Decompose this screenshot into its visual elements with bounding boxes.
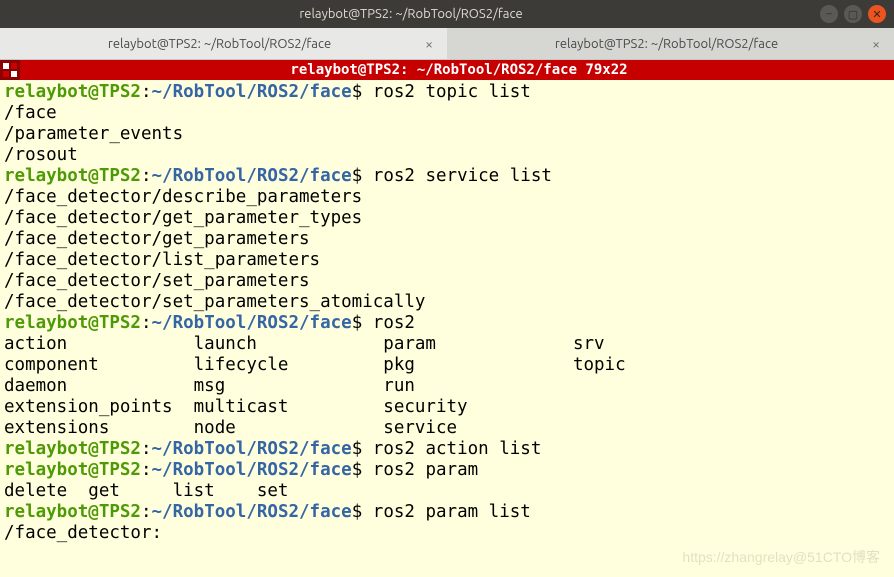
- command-3: ros2: [373, 313, 426, 333]
- command-5: ros2 param: [373, 460, 489, 480]
- terminal-app-icon: [0, 60, 20, 80]
- tab-2-label: relaybot@TPS2: ~/RobTool/ROS2/face: [461, 37, 872, 51]
- command-1: ros2 topic list: [373, 82, 531, 102]
- statusbar-text: relaybot@TPS2: ~/RobTool/ROS2/face 79x22: [24, 62, 894, 78]
- window-titlebar: relaybot@TPS2: ~/RobTool/ROS2/face – ▢ ✕: [0, 0, 894, 28]
- tab-1-label: relaybot@TPS2: ~/RobTool/ROS2/face: [14, 37, 425, 51]
- output-5: delete get list set: [4, 481, 341, 501]
- minimize-button[interactable]: –: [820, 5, 838, 23]
- command-4: ros2 action list: [373, 439, 542, 459]
- terminal-statusbar: relaybot@TPS2: ~/RobTool/ROS2/face 79x22: [0, 60, 894, 80]
- maximize-button[interactable]: ▢: [844, 5, 862, 23]
- close-button[interactable]: ✕: [868, 5, 886, 23]
- command-6: ros2 param list: [373, 502, 531, 522]
- output-3: action launch param srv component lifecy…: [4, 334, 763, 438]
- window-title: relaybot@TPS2: ~/RobTool/ROS2/face: [8, 7, 814, 21]
- prompt-path: ~/RobTool/ROS2/face: [152, 82, 352, 102]
- output-1: /face /parameter_events /rosout: [4, 103, 183, 165]
- command-2: ros2 service list: [373, 166, 552, 186]
- terminal-body[interactable]: relaybot@TPS2:~/RobTool/ROS2/face$ ros2 …: [0, 80, 894, 544]
- tab-1-close-icon[interactable]: ×: [425, 36, 433, 52]
- tab-1[interactable]: relaybot@TPS2: ~/RobTool/ROS2/face ×: [0, 28, 447, 59]
- prompt-user: relaybot@TPS2: [4, 82, 141, 102]
- output-6: /face_detector:: [4, 523, 162, 543]
- tab-2[interactable]: relaybot@TPS2: ~/RobTool/ROS2/face ×: [447, 28, 894, 59]
- watermark: https://zhangrelay@51CTO博客: [682, 547, 880, 567]
- tab-strip: relaybot@TPS2: ~/RobTool/ROS2/face × rel…: [0, 28, 894, 60]
- tab-2-close-icon[interactable]: ×: [872, 36, 880, 52]
- output-2: /face_detector/describe_parameters /face…: [4, 187, 425, 312]
